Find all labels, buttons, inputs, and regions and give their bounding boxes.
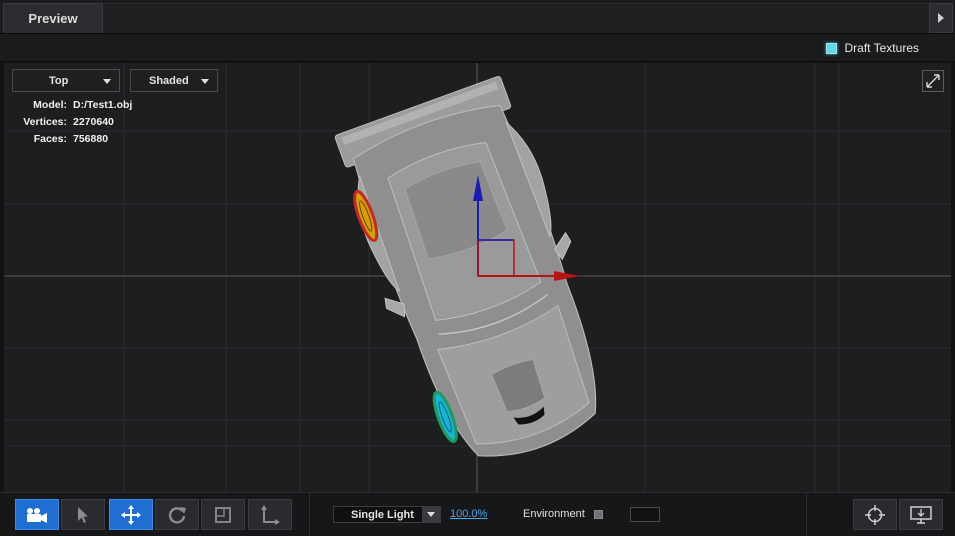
options-bar: Draft Textures — [0, 34, 955, 62]
info-value: 2270640 — [73, 116, 114, 128]
tab-preview-label: Preview — [28, 11, 78, 26]
chevron-down-icon — [103, 79, 111, 84]
info-value: D:/Test1.obj — [73, 99, 133, 111]
viewport-canvas — [4, 63, 951, 492]
crosshair-icon — [865, 504, 885, 525]
move-icon — [121, 504, 141, 525]
maximize-viewport-button[interactable] — [922, 70, 944, 92]
model-info: Model: D:/Test1.obj Vertices: 2270640 Face… — [12, 97, 132, 148]
chevron-down-icon — [201, 79, 209, 84]
light-mode-value: Single Light — [351, 508, 414, 521]
draft-textures-checkbox[interactable] — [825, 42, 837, 54]
scale-tool-button[interactable] — [201, 499, 245, 530]
camera-icon — [27, 507, 47, 523]
monitor-icon — [910, 505, 932, 524]
maximize-icon — [926, 74, 940, 88]
rotate-tool-button[interactable] — [155, 499, 199, 530]
camera-tool-button[interactable] — [15, 499, 59, 530]
shading-mode-dropdown[interactable]: Shaded — [130, 69, 218, 92]
scale-icon — [215, 506, 231, 523]
chevron-down-icon — [427, 512, 435, 517]
shading-mode-value: Shaded — [149, 74, 189, 87]
select-tool-button[interactable] — [61, 499, 105, 530]
rotate-icon — [168, 506, 186, 524]
toolbar-divider — [806, 493, 807, 536]
display-settings-button[interactable] — [899, 499, 943, 530]
light-mode-caret — [422, 507, 440, 522]
info-row-model: Model: D:/Test1.obj — [12, 97, 132, 114]
environment-checkbox[interactable] — [593, 509, 603, 519]
info-value: 756880 — [73, 133, 109, 145]
select-arrow-icon — [78, 506, 88, 523]
move-tool-button[interactable] — [109, 499, 153, 530]
view-tool-group — [853, 499, 945, 530]
transform-tool-group — [109, 499, 247, 530]
axis-icon — [261, 504, 280, 525]
focus-target-button[interactable] — [853, 499, 897, 530]
chevron-right-icon — [938, 13, 944, 23]
tab-scroll-right-button[interactable] — [929, 3, 953, 33]
environment-toggle[interactable]: Environment — [523, 508, 603, 520]
draft-textures-toggle[interactable]: Draft Textures — [825, 41, 919, 55]
info-row-faces: Faces: 756880 — [12, 131, 132, 148]
tab-bar: Preview — [0, 0, 955, 34]
tab-preview[interactable]: Preview — [3, 3, 103, 33]
view-mode-value: Top — [49, 74, 69, 87]
tab-strip — [104, 3, 929, 33]
axis-tool-button[interactable] — [248, 499, 292, 530]
3d-viewport[interactable]: Top Shaded Model: D:/Test1.obj Vertices: 2… — [4, 63, 951, 492]
draft-textures-label: Draft Textures — [844, 41, 919, 55]
axis-tool-group — [248, 499, 294, 530]
bottom-toolbar: Single Light 100.0% Environment — [0, 492, 955, 536]
info-key: Vertices: — [23, 116, 67, 128]
navigation-tool-group — [15, 499, 107, 530]
view-mode-dropdown[interactable]: Top — [12, 69, 120, 92]
info-key: Model: — [33, 99, 67, 111]
info-row-vertices: Vertices: 2270640 — [12, 114, 132, 131]
info-key: Faces: — [33, 133, 67, 145]
zoom-level[interactable]: 100.0% — [450, 508, 487, 520]
light-mode-dropdown[interactable]: Single Light — [333, 506, 441, 523]
environment-color-swatch[interactable] — [630, 507, 660, 522]
toolbar-divider — [309, 493, 310, 536]
environment-label: Environment — [523, 508, 585, 520]
